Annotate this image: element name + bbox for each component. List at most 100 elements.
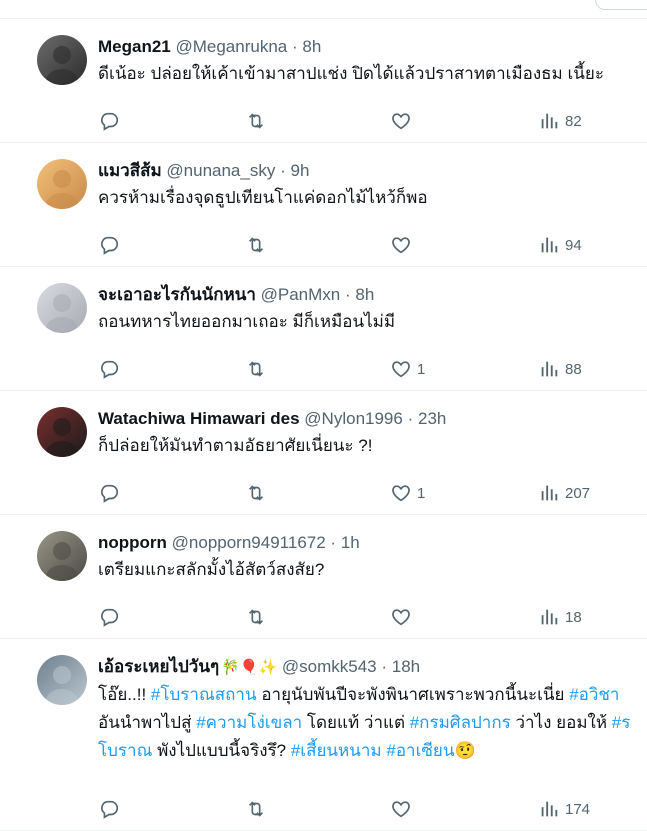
hashtag-link[interactable]: #กรมศิลปากร xyxy=(410,713,511,732)
user-handle[interactable]: @nopporn94911672 xyxy=(172,533,326,552)
retweet-button[interactable] xyxy=(245,606,267,628)
retweet-button[interactable] xyxy=(245,798,267,820)
text-segment: ว่าไง ยอมให้ xyxy=(510,713,612,732)
avatar-image xyxy=(37,655,87,705)
action-bar: 94 xyxy=(98,234,647,256)
tweet-header: แมวสีส้ม @nunana_sky · 9h xyxy=(98,159,647,183)
views-button[interactable]: 18 xyxy=(538,606,582,628)
like-button[interactable] xyxy=(390,234,417,256)
avatar[interactable] xyxy=(37,159,87,209)
tweet-time[interactable]: 1h xyxy=(341,533,360,552)
tweet-1[interactable]: Megan21 @Meganrukna · 8h ดีเน้อะ ปล่อยให… xyxy=(0,19,647,143)
display-name[interactable]: แมวสีส้ม xyxy=(98,161,162,180)
display-name[interactable]: เอ้อระเหยไปวันๆ xyxy=(98,657,219,676)
tweet-text: ควรห้ามเรื่องจุดธูปเทียนโาแค่ดอกไม้ไหว้ก… xyxy=(98,185,647,211)
separator-dot: · xyxy=(381,657,388,676)
like-button[interactable] xyxy=(390,606,417,628)
avatar[interactable] xyxy=(37,531,87,581)
text-segment: โดยแท้ ว่าแต่ xyxy=(302,713,410,732)
tweet-text-line: โอ๊ย..!! #โบราณสถาน อายุนับพันปีจะพังพิน… xyxy=(98,682,647,708)
top-button-edge[interactable] xyxy=(595,0,647,10)
tweet-time[interactable]: 23h xyxy=(418,409,446,428)
view-count: 94 xyxy=(565,236,582,254)
tweet-6[interactable]: เอ้อระเหยไปวันๆ 🎋🎈✨ @somkk543 · 18h โอ๊ย.… xyxy=(0,639,647,831)
separator-dot: · xyxy=(280,161,286,180)
user-handle[interactable]: @Nylon1996 xyxy=(304,409,403,428)
text-segment: อันนำพาไปสู่ xyxy=(98,713,197,732)
user-handle[interactable]: @PanMxn xyxy=(261,285,341,304)
retweet-icon xyxy=(248,609,264,625)
views-icon xyxy=(541,361,558,377)
tweet-3[interactable]: จะเอาอะไรกันนักหนา @PanMxn · 8h ถอนทหารไ… xyxy=(0,267,647,391)
tweet-5[interactable]: nopporn @nopporn94911672 · 1h เตรียมแกะส… xyxy=(0,515,647,639)
view-count: 174 xyxy=(565,800,591,818)
like-button[interactable] xyxy=(390,798,417,820)
like-button[interactable] xyxy=(390,110,417,132)
tweet-text: ก็ปล่อยให้มันทำตามอัธยาศัยเนี่ยนะ ?! xyxy=(98,433,647,459)
avatar[interactable] xyxy=(37,35,87,85)
hashtag-link[interactable]: โบราณ xyxy=(98,741,152,760)
reply-button[interactable] xyxy=(98,110,120,132)
user-handle[interactable]: @Meganrukna xyxy=(175,37,287,56)
display-name[interactable]: nopporn xyxy=(98,533,167,552)
hashtag-link[interactable]: #อวิชา xyxy=(569,685,619,704)
retweet-button[interactable] xyxy=(245,358,267,380)
reply-icon xyxy=(101,800,119,819)
retweet-icon xyxy=(248,485,264,501)
tweet-text-line: เตรียมแกะสลักมั้งไอ้สัตว์สงสัย? xyxy=(98,557,647,583)
action-bar: 1 88 xyxy=(98,358,647,380)
top-strip xyxy=(0,0,647,19)
hashtag-link[interactable]: #ความโง่เขลา xyxy=(196,713,302,732)
display-name[interactable]: Watachiwa Himawari des xyxy=(98,409,300,428)
display-name[interactable]: จะเอาอะไรกันนักหนา xyxy=(98,285,256,304)
reply-icon xyxy=(101,608,119,627)
tweet-text-line: ถอนทหารไทยออกมาเถอะ มีก็เหมือนไม่มี xyxy=(98,309,647,335)
reply-button[interactable] xyxy=(98,482,120,504)
like-button[interactable]: 1 xyxy=(390,358,425,380)
retweet-button[interactable] xyxy=(245,234,267,256)
views-button[interactable]: 174 xyxy=(538,798,590,820)
user-handle[interactable]: @nunana_sky xyxy=(166,161,275,180)
avatar[interactable] xyxy=(37,407,87,457)
action-bar: 82 xyxy=(98,110,647,132)
reply-button[interactable] xyxy=(98,606,120,628)
user-handle[interactable]: @somkk543 xyxy=(282,657,377,676)
views-button[interactable]: 94 xyxy=(538,234,582,256)
text-segment: พังไปแบบนี้จริงรึ? xyxy=(152,741,291,760)
view-count: 207 xyxy=(565,484,591,502)
views-button[interactable]: 207 xyxy=(538,482,590,504)
retweet-button[interactable] xyxy=(245,482,267,504)
hashtag-link[interactable]: #โบราณสถาน xyxy=(151,685,257,704)
tweet-text-line: ก็ปล่อยให้มันทำตามอัธยาศัยเนี่ยนะ ?! xyxy=(98,433,647,459)
tweet-4[interactable]: Watachiwa Himawari des @Nylon1996 · 23h … xyxy=(0,391,647,515)
view-count: 88 xyxy=(565,360,582,378)
reply-button[interactable] xyxy=(98,798,120,820)
reply-button[interactable] xyxy=(98,234,120,256)
tweet-header: Megan21 @Meganrukna · 8h xyxy=(98,35,647,59)
reply-button[interactable] xyxy=(98,358,120,380)
tweet-time[interactable]: 8h xyxy=(302,37,321,56)
hashtag-link[interactable]: #เสี้ยนหนาม xyxy=(291,741,382,760)
views-icon xyxy=(541,609,558,625)
tweet-time[interactable]: 9h xyxy=(291,161,310,180)
view-count: 82 xyxy=(565,112,582,130)
views-icon xyxy=(541,485,558,501)
views-button[interactable]: 88 xyxy=(538,358,582,380)
action-bar: 18 xyxy=(98,606,647,628)
tweet-time[interactable]: 8h xyxy=(355,285,374,304)
hashtag-link[interactable]: #อาเซียน xyxy=(386,741,454,760)
hashtag-link[interactable]: #ร xyxy=(612,713,631,732)
view-count: 18 xyxy=(565,608,582,626)
like-button[interactable]: 1 xyxy=(390,482,425,504)
avatar[interactable] xyxy=(37,283,87,333)
tweet-time[interactable]: 18h xyxy=(392,657,420,676)
avatar-image xyxy=(37,35,87,85)
tweet-2[interactable]: แมวสีส้ม @nunana_sky · 9h ควรห้ามเรื่องจ… xyxy=(0,143,647,267)
views-button[interactable]: 82 xyxy=(538,110,582,132)
avatar[interactable] xyxy=(37,655,87,705)
tweet-text: ดีเน้อะ ปล่อยให้เค้าเข้ามาสาปแช่ง ปิดได้… xyxy=(98,61,647,87)
text-segment: เตรียมแกะสลักมั้งไอ้สัตว์สงสัย? xyxy=(98,560,325,579)
display-name[interactable]: Megan21 xyxy=(98,37,171,56)
avatar-image xyxy=(37,407,87,457)
retweet-button[interactable] xyxy=(245,110,267,132)
